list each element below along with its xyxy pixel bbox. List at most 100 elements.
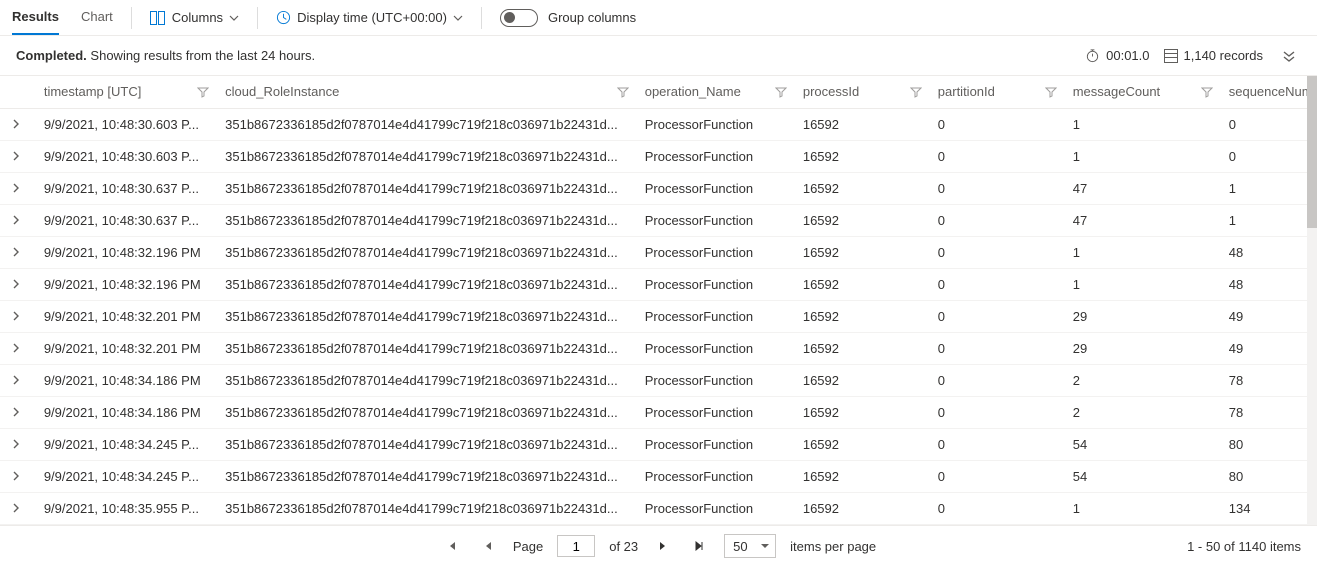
cell-timestamp: 9/9/2021, 10:48:32.196 PM: [36, 236, 217, 268]
cell-seqnumstart: 1: [1221, 172, 1317, 204]
filter-icon[interactable]: [617, 86, 629, 98]
cell-processid: 16592: [795, 460, 930, 492]
cell-roleinstance: 351b8672336185d2f0787014e4d41799c719f218…: [217, 332, 637, 364]
items-per-page-label: items per page: [790, 539, 876, 554]
record-count: 1,140 records: [1164, 48, 1264, 63]
cell-roleinstance: 351b8672336185d2f0787014e4d41799c719f218…: [217, 140, 637, 172]
expand-row-button[interactable]: [8, 276, 24, 292]
table-row[interactable]: 9/9/2021, 10:48:32.201 PM351b8672336185d…: [0, 300, 1317, 332]
cell-partitionid: 0: [930, 268, 1065, 300]
expand-row-button[interactable]: [8, 180, 24, 196]
cell-processid: 16592: [795, 492, 930, 524]
expand-row-button[interactable]: [8, 500, 24, 516]
vertical-scrollbar[interactable]: [1307, 76, 1317, 525]
table-row[interactable]: 9/9/2021, 10:48:34.245 P...351b867233618…: [0, 428, 1317, 460]
results-grid: timestamp [UTC] cloud_RoleInstance opera…: [0, 76, 1317, 525]
table-row[interactable]: 9/9/2021, 10:48:32.196 PM351b8672336185d…: [0, 236, 1317, 268]
table-row[interactable]: 9/9/2021, 10:48:30.603 P...351b867233618…: [0, 140, 1317, 172]
cell-roleinstance: 351b8672336185d2f0787014e4d41799c719f218…: [217, 204, 637, 236]
header-expand: [0, 76, 36, 108]
expand-row-button[interactable]: [8, 148, 24, 164]
expand-row-button[interactable]: [8, 372, 24, 388]
cell-roleinstance: 351b8672336185d2f0787014e4d41799c719f218…: [217, 364, 637, 396]
expand-row-button[interactable]: [8, 436, 24, 452]
cell-partitionid: 0: [930, 332, 1065, 364]
expand-row-button[interactable]: [8, 308, 24, 324]
table-row[interactable]: 9/9/2021, 10:48:34.245 P...351b867233618…: [0, 460, 1317, 492]
columns-icon: [150, 11, 166, 25]
cell-roleinstance: 351b8672336185d2f0787014e4d41799c719f218…: [217, 492, 637, 524]
cell-operation: ProcessorFunction: [637, 332, 795, 364]
expand-row-button[interactable]: [8, 404, 24, 420]
table-row[interactable]: 9/9/2021, 10:48:34.186 PM351b8672336185d…: [0, 364, 1317, 396]
cell-operation: ProcessorFunction: [637, 364, 795, 396]
page-size-select[interactable]: 50: [724, 534, 776, 558]
table-row[interactable]: 9/9/2021, 10:48:32.201 PM351b8672336185d…: [0, 332, 1317, 364]
filter-icon[interactable]: [1045, 86, 1057, 98]
cell-operation: ProcessorFunction: [637, 460, 795, 492]
header-partitionid[interactable]: partitionId: [930, 76, 1065, 108]
cell-timestamp: 9/9/2021, 10:48:34.245 P...: [36, 460, 217, 492]
cell-partitionid: 0: [930, 492, 1065, 524]
cell-seqnumstart: 78: [1221, 364, 1317, 396]
prev-page-button[interactable]: [477, 535, 499, 557]
cell-seqnumstart: 49: [1221, 300, 1317, 332]
display-time-button[interactable]: Display time (UTC+00:00): [276, 0, 463, 35]
cell-partitionid: 0: [930, 300, 1065, 332]
expand-row-button[interactable]: [8, 116, 24, 132]
cell-operation: ProcessorFunction: [637, 396, 795, 428]
cell-operation: ProcessorFunction: [637, 428, 795, 460]
separator: [481, 7, 482, 29]
cell-processid: 16592: [795, 268, 930, 300]
table-row[interactable]: 9/9/2021, 10:48:34.186 PM351b8672336185d…: [0, 396, 1317, 428]
expand-row-button[interactable]: [8, 340, 24, 356]
tab-results[interactable]: Results: [12, 0, 59, 35]
filter-icon[interactable]: [910, 86, 922, 98]
header-messagecount[interactable]: messageCount: [1065, 76, 1221, 108]
cell-operation: ProcessorFunction: [637, 268, 795, 300]
expand-panel-button[interactable]: [1277, 44, 1301, 68]
duration: 00:01.0: [1085, 48, 1149, 63]
cell-messagecount: 1: [1065, 108, 1221, 140]
page-input[interactable]: [557, 535, 595, 557]
table-row[interactable]: 9/9/2021, 10:48:30.637 P...351b867233618…: [0, 172, 1317, 204]
toolbar: Results Chart Columns Display time (UTC+…: [0, 0, 1317, 36]
cell-processid: 16592: [795, 108, 930, 140]
last-page-button[interactable]: [688, 535, 710, 557]
cell-partitionid: 0: [930, 460, 1065, 492]
items-range: 1 - 50 of 1140 items: [1187, 539, 1301, 554]
table-row[interactable]: 9/9/2021, 10:48:30.603 P...351b867233618…: [0, 108, 1317, 140]
stopwatch-icon: [1085, 48, 1100, 63]
first-page-button[interactable]: [441, 535, 463, 557]
cell-seqnumstart: 80: [1221, 428, 1317, 460]
cell-roleinstance: 351b8672336185d2f0787014e4d41799c719f218…: [217, 460, 637, 492]
cell-messagecount: 2: [1065, 396, 1221, 428]
expand-row-button[interactable]: [8, 468, 24, 484]
cell-timestamp: 9/9/2021, 10:48:34.186 PM: [36, 396, 217, 428]
toggle-switch[interactable]: [500, 9, 538, 27]
cell-roleinstance: 351b8672336185d2f0787014e4d41799c719f218…: [217, 108, 637, 140]
cell-processid: 16592: [795, 236, 930, 268]
tab-chart[interactable]: Chart: [81, 0, 113, 35]
cell-partitionid: 0: [930, 236, 1065, 268]
next-page-button[interactable]: [652, 535, 674, 557]
expand-row-button[interactable]: [8, 244, 24, 260]
cell-operation: ProcessorFunction: [637, 108, 795, 140]
filter-icon[interactable]: [197, 86, 209, 98]
table-row[interactable]: 9/9/2021, 10:48:35.955 P...351b867233618…: [0, 492, 1317, 524]
header-roleinstance[interactable]: cloud_RoleInstance: [217, 76, 637, 108]
table-row[interactable]: 9/9/2021, 10:48:32.196 PM351b8672336185d…: [0, 268, 1317, 300]
filter-icon[interactable]: [775, 86, 787, 98]
cell-seqnumstart: 78: [1221, 396, 1317, 428]
header-processid[interactable]: processId: [795, 76, 930, 108]
filter-icon[interactable]: [1201, 86, 1213, 98]
header-row: timestamp [UTC] cloud_RoleInstance opera…: [0, 76, 1317, 108]
header-operation[interactable]: operation_Name: [637, 76, 795, 108]
header-seqnumstart[interactable]: sequenceNumberStart: [1221, 76, 1317, 108]
header-timestamp[interactable]: timestamp [UTC]: [36, 76, 217, 108]
cell-timestamp: 9/9/2021, 10:48:30.637 P...: [36, 172, 217, 204]
expand-row-button[interactable]: [8, 212, 24, 228]
columns-button[interactable]: Columns: [150, 0, 239, 35]
table-row[interactable]: 9/9/2021, 10:48:30.637 P...351b867233618…: [0, 204, 1317, 236]
group-columns-toggle[interactable]: Group columns: [500, 9, 636, 27]
